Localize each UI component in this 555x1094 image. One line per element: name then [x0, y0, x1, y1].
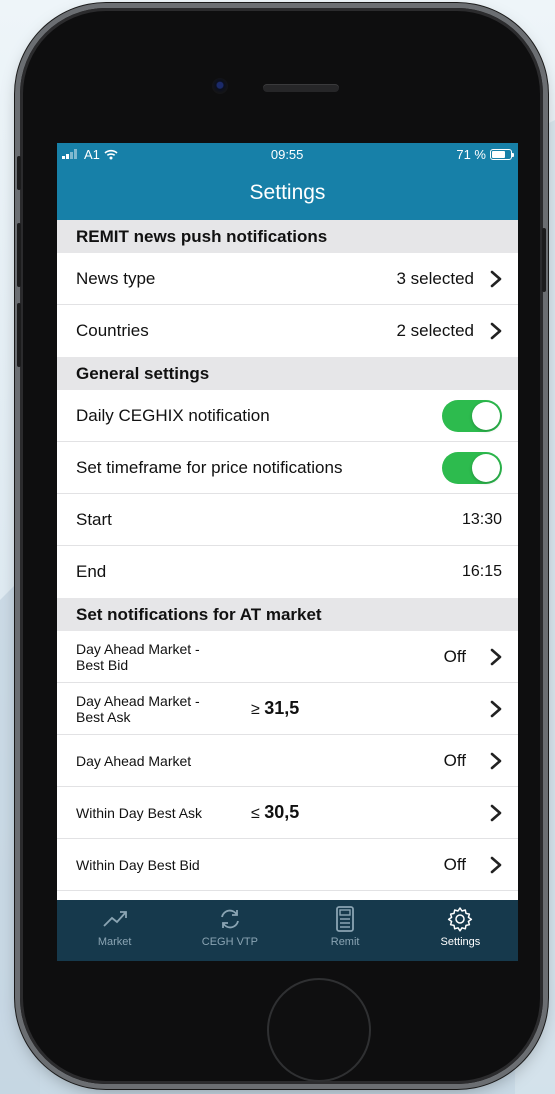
clock: 09:55	[270, 146, 304, 162]
alert-condition: ≥ 31,5	[251, 698, 300, 718]
alert-label: Within Day Best Ask	[76, 804, 203, 821]
carrier-name: A1	[84, 146, 100, 162]
tab-label: Market	[97, 936, 132, 948]
gear-icon	[448, 907, 473, 932]
timeframe-row: Set timeframe for price notifications	[57, 442, 518, 494]
chevron-right-icon	[490, 322, 502, 340]
start-label: Start	[76, 509, 112, 529]
chevron-right-icon	[490, 752, 502, 769]
section-header-market: Set notifications for AT market	[57, 598, 518, 631]
news-type-value: 3 selected	[396, 268, 475, 288]
calculator-icon	[336, 906, 355, 932]
market-alert-row[interactable]: Within Day Best Bid Off	[57, 839, 518, 891]
tab-label: Settings	[440, 936, 481, 948]
countries-value: 2 selected	[396, 321, 475, 340]
tab-label: CEGH VTP	[201, 936, 258, 948]
end-time-row[interactable]: End 16:15	[57, 546, 518, 598]
news-type-row[interactable]: News type 3 selected	[57, 253, 518, 305]
timeframe-toggle[interactable]	[442, 451, 502, 484]
alert-status: Off	[443, 646, 466, 666]
chevron-right-icon	[490, 270, 502, 287]
battery-icon	[490, 148, 514, 160]
home-button[interactable]	[267, 978, 371, 1082]
daily-ceghix-toggle[interactable]	[442, 399, 502, 432]
tab-cegh-vtp[interactable]: CEGH VTP	[172, 900, 287, 961]
alert-label: Day Ahead Market - Best Bid	[76, 640, 200, 673]
alert-status: Off	[443, 750, 466, 770]
volume-up-button	[17, 223, 21, 287]
start-time-row[interactable]: Start 13:30	[57, 494, 518, 546]
timeframe-label: Set timeframe for price notifications	[76, 457, 343, 477]
signal-icon	[62, 149, 77, 159]
end-label: End	[76, 562, 107, 581]
chevron-right-icon	[490, 648, 502, 665]
toggle-knob	[472, 401, 500, 430]
market-alert-row[interactable]: Day Ahead Market - Best Ask ≥ 31,5	[57, 683, 518, 735]
volume-down-button	[17, 303, 21, 367]
power-button	[542, 228, 546, 292]
daily-ceghix-row: Daily CEGHIX notification	[57, 390, 518, 442]
tab-market[interactable]: Market	[57, 900, 172, 961]
alert-label: Day Ahead Market - Best Ask	[76, 692, 200, 725]
countries-label: Countries	[76, 321, 149, 340]
sync-icon	[220, 909, 239, 929]
battery-percent: 71 %	[456, 146, 486, 162]
chevron-right-icon	[490, 700, 502, 717]
status-bar: A1 09:55 71 %	[57, 143, 518, 165]
section-header-remit: REMIT news push notifications	[57, 220, 518, 253]
app-screen: A1 09:55 71 % Settings REMIT news push n…	[57, 143, 518, 961]
toggle-knob	[472, 453, 500, 482]
market-alert-row[interactable]: Day Ahead Market - Best Bid Off	[57, 631, 518, 683]
mute-switch	[17, 156, 21, 190]
tab-settings[interactable]: Settings	[403, 900, 518, 961]
tab-remit[interactable]: Remit	[288, 900, 403, 961]
front-camera	[212, 78, 228, 94]
tab-bar: Market CEGH VTP Remit Settings	[57, 900, 518, 961]
market-alert-row[interactable]: Within Day Best Ask ≤ 30,5	[57, 787, 518, 839]
trend-icon	[102, 911, 127, 927]
wifi-icon	[104, 149, 118, 159]
end-time-value: 16:15	[461, 563, 502, 580]
alert-condition: ≤ 30,5	[251, 802, 300, 822]
daily-ceghix-label: Daily CEGHIX notification	[76, 405, 270, 425]
news-type-label: News type	[76, 268, 156, 288]
countries-row[interactable]: Countries 2 selected	[57, 305, 518, 357]
chevron-right-icon	[490, 804, 502, 821]
tab-label: Remit	[330, 936, 360, 948]
earpiece-speaker	[263, 84, 339, 92]
market-alert-row[interactable]: Day Ahead Market Off	[57, 735, 518, 787]
navigation-bar: Settings	[57, 165, 518, 220]
start-time-value: 13:30	[461, 510, 502, 528]
chevron-right-icon	[490, 856, 502, 873]
alert-label: Within Day Best Bid	[76, 856, 200, 873]
alert-status: Off	[443, 854, 466, 874]
alert-label: Day Ahead Market	[76, 752, 192, 769]
section-header-general: General settings	[57, 357, 518, 390]
page-title: Settings	[249, 180, 326, 204]
